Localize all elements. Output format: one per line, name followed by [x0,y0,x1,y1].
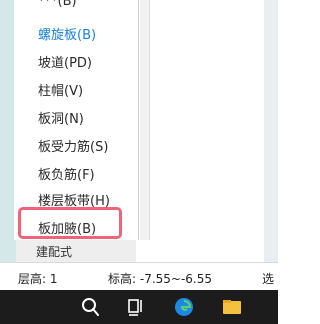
highlight-box [18,207,122,239]
elevation-status: 标高: -7.55~-6.55 [108,272,213,286]
menu-item-slab[interactable]: ***(B) [38,0,77,9]
file-explorer-icon[interactable] [222,297,242,317]
menu-item-ramp[interactable]: 坡道(PD) [38,52,92,71]
selection-status: 选 [262,272,275,286]
menu-item-spiral-slab[interactable]: 螺旋板(B) [38,24,96,43]
right-edge-panel [264,0,278,262]
menu-item-slab-negative-rebar[interactable]: 板负筋(F) [38,164,95,183]
windows-taskbar [0,290,278,324]
app-window: ***(B) 螺旋板(B) 坡道(PD) 柱帽(V) 板洞(N) 板受力筋(S)… [0,0,278,324]
menu-item-slab-stress-rebar[interactable]: 板受力筋(S) [38,136,108,155]
menu-item-slab-opening[interactable]: 板洞(N) [38,108,84,127]
tab-label[interactable]: 建配式 [36,243,72,260]
menu-item-column-cap[interactable]: 柱帽(V) [38,80,83,99]
search-icon[interactable] [80,297,100,317]
edge-browser-icon[interactable] [174,297,194,317]
menu-scrollbar[interactable] [140,0,150,240]
status-bar: 层高: 1 标高: -7.55~-6.55 选 [0,262,278,291]
right-panel [150,0,278,240]
component-menu: ***(B) 螺旋板(B) 坡道(PD) 柱帽(V) 板洞(N) 板受力筋(S)… [14,0,138,240]
floor-height-status: 层高: 1 [18,272,58,286]
task-view-icon[interactable] [126,297,146,317]
panel-divider [138,0,139,240]
bottom-tab-strip: 建配式 [16,240,136,262]
